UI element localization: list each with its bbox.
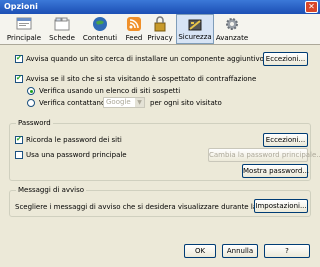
addon-warn-checkbox[interactable] <box>15 54 23 63</box>
addon-exceptions-button[interactable]: Eccezioni... <box>263 52 308 66</box>
verify-contact-label: Verifica contattando <box>39 99 110 107</box>
show-passwords-button[interactable]: Mostra password... <box>242 164 309 178</box>
warnings-settings-button[interactable]: Impostazioni... <box>254 199 308 213</box>
tab-sicurezza[interactable]: Sicurezza <box>176 14 214 44</box>
content-icon <box>93 17 107 31</box>
verify-list-label: Verifica usando un elenco di siti sospet… <box>39 87 181 95</box>
per-site-label: per ogni sito visitato <box>150 99 222 107</box>
verify-list-radio[interactable] <box>27 87 35 95</box>
password-exceptions-button[interactable]: Eccezioni... <box>263 133 308 147</box>
forgery-warn-checkbox[interactable] <box>15 74 23 83</box>
tab-privacy[interactable]: Privacy <box>142 14 178 44</box>
security-icon <box>188 19 202 31</box>
master-password-checkbox[interactable] <box>15 151 23 159</box>
main-icon <box>16 17 32 30</box>
help-button[interactable]: ? <box>264 244 310 258</box>
tab-schede[interactable]: Schede <box>44 14 80 44</box>
forgery-warn-label: Avvisa se il sito che si sta visitando è… <box>26 75 257 83</box>
warnings-legend: Messaggi di avviso <box>16 186 87 194</box>
tabs-icon <box>54 17 70 31</box>
password-legend: Password <box>16 119 53 127</box>
chevron-down-icon: ▼ <box>135 98 144 107</box>
remember-passwords-label: Ricorda le password dei siti <box>26 136 122 144</box>
ok-button[interactable]: OK <box>184 244 216 258</box>
title-bar: Opzioni ✕ <box>0 0 320 14</box>
addon-warn-label: Avvisa quando un sito cerca di installar… <box>26 55 264 63</box>
close-button[interactable]: ✕ <box>305 1 318 13</box>
tab-avanzate[interactable]: Avanzate <box>214 14 250 44</box>
provider-select[interactable]: Google ▼ <box>103 97 145 108</box>
change-master-password-button[interactable]: Cambia la password principale... <box>208 148 320 162</box>
window-title: Opzioni <box>4 2 38 11</box>
privacy-icon <box>154 16 166 32</box>
cancel-button[interactable]: Annulla <box>222 244 258 258</box>
master-password-label: Usa una password principale <box>26 151 127 159</box>
tab-principale[interactable]: Principale <box>6 14 42 44</box>
category-toolbar: Principale Schede Contenuti Feed Privacy… <box>0 14 320 45</box>
gear-icon <box>226 18 238 30</box>
remember-passwords-checkbox[interactable] <box>15 135 23 144</box>
feed-icon <box>127 17 141 31</box>
options-window: Opzioni ✕ Principale Schede Contenuti Fe… <box>0 0 320 267</box>
verify-contact-radio[interactable] <box>27 99 35 107</box>
tab-contenuti[interactable]: Contenuti <box>82 14 118 44</box>
